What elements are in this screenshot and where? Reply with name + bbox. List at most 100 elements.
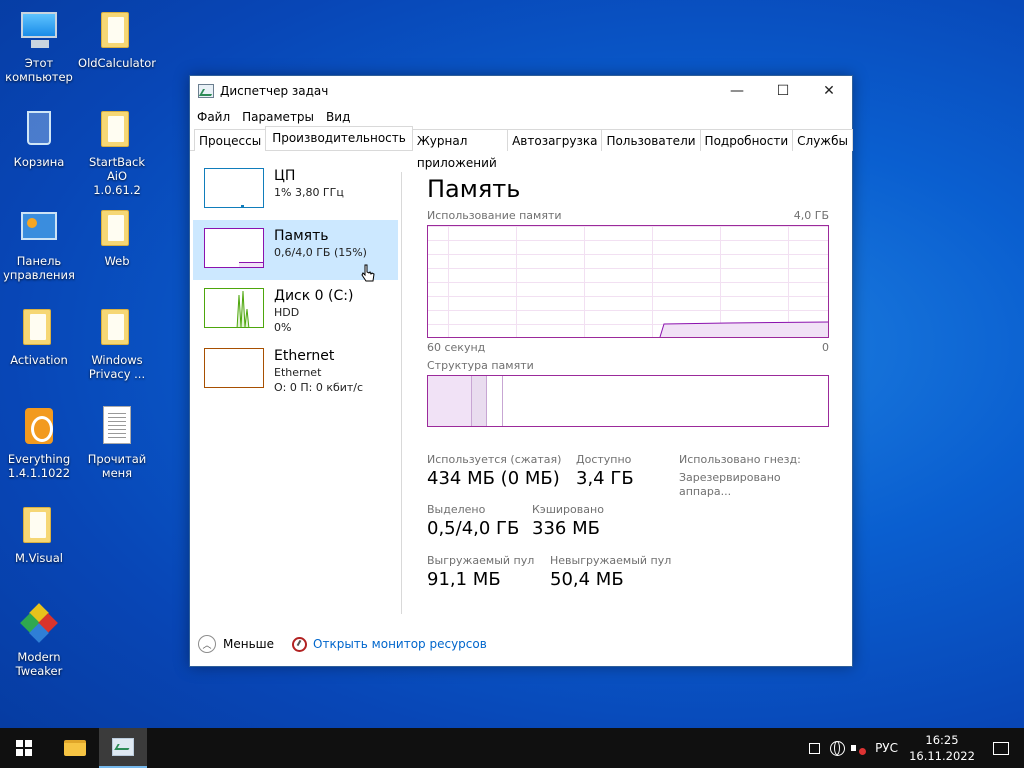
slots-used-label: Использовано гнезд:: [679, 453, 801, 466]
menu-view[interactable]: Вид: [326, 110, 350, 124]
folder-icon: [95, 107, 139, 151]
start-button[interactable]: [0, 728, 48, 768]
menu-bar: Файл Параметры Вид: [190, 106, 852, 128]
resource-detail: 0%: [274, 321, 292, 334]
desktop-icon-modern-tweaker[interactable]: Modern Tweaker: [0, 602, 78, 678]
desktop-icon-label: Windows Privacy ...: [88, 353, 146, 381]
resource-item-disk[interactable]: Диск 0 (C:) HDD 0%: [193, 280, 398, 340]
text-document-icon: [95, 404, 139, 448]
fewer-details-button[interactable]: Меньше: [223, 637, 274, 651]
taskbar-task-manager[interactable]: [99, 728, 147, 768]
desktop-icon-label: StartBack AiO 1.0.61.2: [88, 155, 145, 197]
task-manager-window: Диспетчер задач — ☐ ✕ Файл Параметры Вид…: [189, 75, 853, 667]
action-center-icon[interactable]: [978, 728, 1024, 768]
resource-detail: 1% 3,80 ГГц: [274, 186, 344, 199]
resource-name: ЦП: [274, 168, 296, 184]
desktop-icon-label: OldCalculator: [78, 56, 156, 70]
menu-options[interactable]: Параметры: [242, 110, 314, 124]
desktop-icon-windows-privacy[interactable]: Windows Privacy ...: [78, 305, 156, 381]
desktop-icon-web[interactable]: Web: [78, 206, 156, 268]
desktop-icon-control-panel[interactable]: Панель управления: [0, 206, 78, 282]
tab-app-history[interactable]: Журнал приложений: [411, 129, 509, 170]
tab-users[interactable]: Пользователи: [601, 129, 701, 151]
tab-strip: Процессы Производительность Журнал прило…: [190, 126, 853, 170]
menu-file[interactable]: Файл: [197, 110, 230, 124]
title-bar[interactable]: Диспетчер задач — ☐ ✕: [190, 76, 852, 106]
mouse-cursor-icon: [361, 264, 375, 282]
resource-name: Память: [274, 228, 329, 244]
desktop-icon-label: M.Visual: [15, 551, 63, 565]
desktop-icon-label: Прочитай меня: [87, 452, 147, 480]
tab-processes[interactable]: Процессы: [194, 129, 267, 151]
resource-item-ethernet[interactable]: Ethernet Ethernet О: 0 П: 0 кбит/с: [193, 340, 398, 400]
maximize-button[interactable]: ☐: [760, 76, 806, 106]
memory-usage-max: 4,0 ГБ: [793, 209, 829, 222]
desktop-icon-label: Modern Tweaker: [15, 650, 63, 678]
clock[interactable]: 16:25 16.11.2022: [906, 732, 978, 764]
resource-detail: HDD: [274, 306, 300, 319]
resource-detail: Ethernet: [274, 366, 322, 379]
open-resource-monitor-link[interactable]: Открыть монитор ресурсов: [313, 637, 487, 651]
folder-icon: [95, 305, 139, 349]
network-globe-icon[interactable]: [830, 740, 846, 756]
tab-details[interactable]: Подробности: [699, 129, 794, 151]
task-manager-icon: [198, 84, 214, 98]
language-indicator[interactable]: РУС: [875, 741, 898, 755]
graph-axis-left: 60 секунд: [427, 341, 486, 354]
close-button[interactable]: ✕: [806, 76, 852, 106]
chevron-up-icon[interactable]: ︿: [198, 635, 216, 653]
window-title: Диспетчер задач: [220, 84, 329, 98]
system-tray: РУС 16:25 16.11.2022: [809, 728, 1024, 768]
folder-icon: [64, 740, 86, 756]
window-footer: ︿ Меньше Открыть монитор ресурсов: [190, 622, 852, 666]
volume-muted-icon[interactable]: [851, 741, 867, 755]
desktop-icon-oldcalculator[interactable]: OldCalculator: [78, 8, 156, 70]
desktop-icon-readme[interactable]: Прочитай меня: [78, 404, 156, 480]
hardware-reserved-label: Зарезервировано аппара...: [679, 471, 781, 498]
desktop-icon-label: Корзина: [13, 155, 65, 169]
computer-icon: [17, 8, 61, 52]
resource-monitor-icon: [292, 636, 308, 652]
performance-content: ЦП 1% 3,80 ГГц Память 0,6/4,0 ГБ (15%) Д…: [190, 152, 852, 622]
nonpaged-pool-label: Невыгружаемый пул: [550, 554, 672, 567]
resource-name: Диск 0 (C:): [274, 288, 354, 304]
desktop-icon-mvisual[interactable]: M.Visual: [0, 503, 78, 565]
memory-usage-graph: [427, 225, 829, 338]
task-manager-icon: [112, 738, 134, 756]
minimize-button[interactable]: —: [714, 76, 760, 106]
available-value: 3,4 ГБ: [576, 468, 634, 489]
desktop-icon-activation[interactable]: Activation: [0, 305, 78, 367]
folder-icon: [17, 503, 61, 547]
memory-structure-bar: [427, 375, 829, 427]
clock-date: 16.11.2022: [909, 749, 975, 763]
in-use-value: 434 МБ (0 МБ): [427, 468, 560, 489]
tab-performance[interactable]: Производительность: [265, 126, 413, 150]
committed-label: Выделено: [427, 503, 486, 516]
paged-pool-value: 91,1 МБ: [427, 569, 501, 590]
desktop-icon-this-pc[interactable]: Этот компьютер: [0, 8, 78, 84]
disk-thumbnail-graph: [204, 288, 264, 328]
desktop-icon-label: Activation: [10, 353, 68, 367]
tab-startup[interactable]: Автозагрузка: [507, 129, 603, 151]
notification-checkbox-icon[interactable]: [809, 742, 821, 754]
desktop-icon-label: Everything 1.4.1.1022: [7, 452, 71, 480]
resource-item-cpu[interactable]: ЦП 1% 3,80 ГГц: [193, 160, 398, 220]
control-panel-icon: [17, 206, 61, 250]
desktop-icon-startback[interactable]: StartBack AiO 1.0.61.2: [78, 107, 156, 197]
taskbar-file-explorer[interactable]: [51, 728, 99, 768]
graph-axis-right: 0: [822, 341, 829, 354]
memory-title: Память: [427, 175, 521, 203]
resource-detail: 0,6/4,0 ГБ (15%): [274, 246, 367, 259]
clock-time: 16:25: [925, 733, 959, 747]
vertical-divider: [401, 172, 402, 614]
memory-structure-label: Структура памяти: [427, 359, 534, 372]
windows-logo-icon: [16, 740, 32, 756]
tab-services[interactable]: Службы: [792, 129, 853, 151]
paged-pool-label: Выгружаемый пул: [427, 554, 535, 567]
memory-detail-panel: Память Использование памяти 4,0 ГБ 60 се…: [427, 152, 829, 623]
folder-icon: [17, 305, 61, 349]
taskbar: РУС 16:25 16.11.2022: [0, 728, 1024, 768]
everything-icon: [17, 404, 61, 448]
desktop-icon-everything[interactable]: Everything 1.4.1.1022: [0, 404, 78, 480]
desktop-icon-recycle-bin[interactable]: Корзина: [0, 107, 78, 169]
